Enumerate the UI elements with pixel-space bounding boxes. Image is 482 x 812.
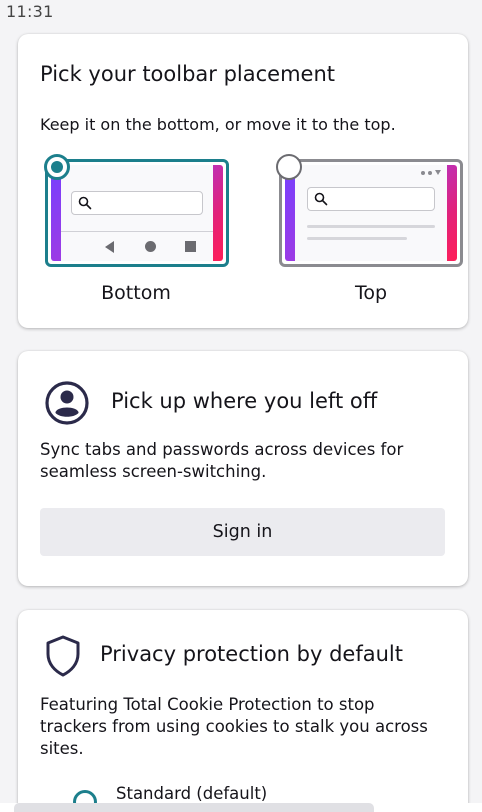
gradient-background [285,165,457,261]
privacy-card: Privacy protection by default Featuring … [18,610,468,812]
status-time: 11:31 [6,2,54,21]
search-icon [78,196,92,210]
mini-search-bar [307,187,435,211]
mini-nav-bar [61,231,213,261]
toolbar-card-title: Pick your toolbar placement [40,62,336,86]
privacy-card-description: Featuring Total Cookie Protection to sto… [40,695,428,758]
standard-protection-label[interactable]: Standard (default) [116,784,267,803]
status-bar: 11:31 [0,0,482,26]
mini-search-bar [71,191,203,215]
mini-page-panel [295,165,447,261]
toolbar-option-bottom-label[interactable]: Bottom [61,282,211,304]
sign-in-button[interactable]: Sign in [40,508,445,556]
account-circle-icon [45,381,89,425]
mini-content-line [307,225,435,228]
sync-card-description: Sync tabs and passwords across devices f… [40,440,404,481]
search-icon [314,192,328,206]
sync-card-title: Pick up where you left off [111,389,378,413]
scroll-indicator [14,803,374,812]
shield-icon [46,635,80,677]
mini-menu-dots-icon [421,170,441,175]
privacy-card-title: Privacy protection by default [100,642,403,666]
gradient-background [51,165,223,261]
toolbar-top-radio[interactable] [276,154,302,180]
toolbar-card-description: Keep it on the bottom, or move it to the… [40,115,396,134]
toolbar-option-bottom-preview[interactable] [45,159,229,267]
toolbar-placement-card: Pick your toolbar placement Keep it on t… [18,34,468,328]
toolbar-option-top-label[interactable]: Top [296,282,446,304]
sync-card: Pick up where you left off Sync tabs and… [18,351,468,586]
recents-square-icon [185,241,196,252]
mini-content-line [307,237,407,240]
home-circle-icon [145,241,156,252]
back-triangle-icon [105,241,114,253]
toolbar-bottom-radio[interactable] [44,154,70,180]
toolbar-option-top-preview[interactable] [279,159,463,267]
